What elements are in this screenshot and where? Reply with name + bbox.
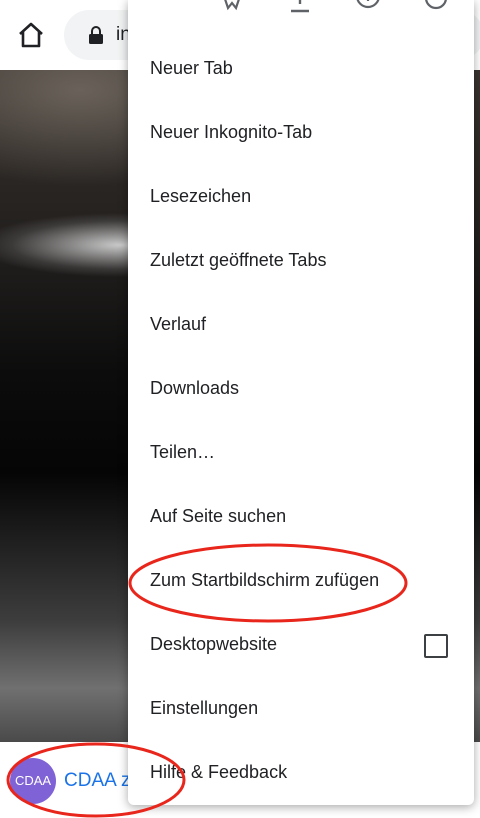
menu-item-label: Zum Startbildschirm zufügen bbox=[150, 570, 380, 590]
menu-item-desktop-site[interactable]: Desktopwebsite bbox=[128, 614, 474, 678]
menu-item-downloads[interactable]: Downloads bbox=[128, 358, 474, 422]
menu-item-label: Downloads bbox=[150, 378, 240, 398]
menu-item-incognito-tab[interactable]: Neuer Inkognito-Tab bbox=[128, 102, 474, 166]
menu-item-label: Lesezeichen bbox=[150, 186, 252, 206]
menu-item-label: Neuer Inkognito-Tab bbox=[150, 122, 313, 142]
menu-item-label: Teilen… bbox=[150, 442, 216, 462]
menu-item-find-in-page[interactable]: Auf Seite suchen bbox=[128, 486, 474, 550]
star-icon[interactable] bbox=[218, 0, 246, 20]
menu-icon-row bbox=[128, 0, 474, 22]
menu-item-share[interactable]: Teilen… bbox=[128, 422, 474, 486]
menu-item-help-feedback[interactable]: Hilfe & Feedback bbox=[128, 742, 474, 805]
home-icon[interactable] bbox=[16, 20, 46, 50]
menu-item-bookmarks[interactable]: Lesezeichen bbox=[128, 166, 474, 230]
menu-item-label: Hilfe & Feedback bbox=[150, 762, 288, 782]
menu-item-label: Neuer Tab bbox=[150, 58, 233, 78]
desktop-site-checkbox[interactable] bbox=[424, 634, 448, 658]
menu-item-add-to-home-screen[interactable]: Zum Startbildschirm zufügen bbox=[128, 550, 474, 614]
menu-item-label: Desktopwebsite bbox=[150, 634, 278, 654]
app-badge: CDAA bbox=[10, 758, 56, 804]
menu-item-label: Auf Seite suchen bbox=[150, 506, 287, 526]
forward-icon[interactable] bbox=[150, 0, 178, 20]
menu-item-label: Verlauf bbox=[150, 314, 207, 334]
menu-item-new-tab[interactable]: Neuer Tab bbox=[128, 38, 474, 102]
menu-item-recent-tabs[interactable]: Zuletzt geöffnete Tabs bbox=[128, 230, 474, 294]
overflow-menu: Neuer Tab Neuer Inkognito-Tab Lesezeiche… bbox=[128, 0, 474, 805]
menu-item-settings[interactable]: Einstellungen bbox=[128, 678, 474, 742]
menu-item-label: Zuletzt geöffnete Tabs bbox=[150, 250, 327, 270]
lock-icon bbox=[88, 26, 104, 44]
download-icon[interactable] bbox=[286, 0, 314, 20]
info-icon[interactable] bbox=[354, 0, 382, 20]
menu-item-history[interactable]: Verlauf bbox=[128, 294, 474, 358]
reload-icon[interactable] bbox=[422, 0, 450, 20]
menu-item-label: Einstellungen bbox=[150, 698, 259, 718]
